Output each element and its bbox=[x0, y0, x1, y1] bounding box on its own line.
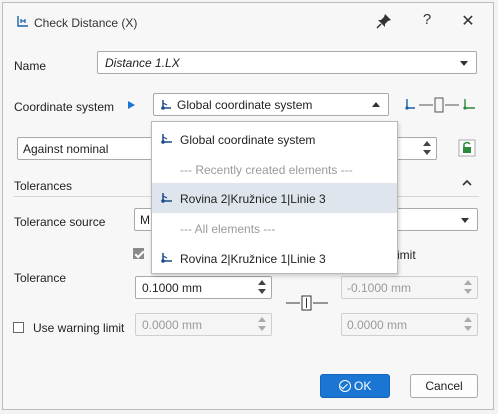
coordinate-system-icon bbox=[161, 134, 172, 144]
unlock-icon[interactable] bbox=[458, 139, 476, 157]
coordinate-system-icon bbox=[161, 253, 172, 263]
tolerance-source-value: M bbox=[140, 213, 150, 227]
coordinate-system-icon bbox=[161, 193, 172, 203]
symmetric-checkbox[interactable] bbox=[133, 248, 144, 259]
spin-icon bbox=[258, 280, 266, 295]
dropdown-item-label: Global coordinate system bbox=[180, 133, 316, 147]
spin-icon bbox=[464, 280, 472, 295]
chevron-up-icon bbox=[372, 102, 380, 107]
coordinate-system-select[interactable]: Global coordinate system bbox=[153, 93, 389, 116]
chevron-down-icon bbox=[460, 61, 468, 66]
warning-lower-value: 0.0000 mm bbox=[347, 318, 408, 332]
play-icon[interactable] bbox=[128, 101, 135, 109]
tolerance-lower-input[interactable]: -0.1000 mm bbox=[341, 276, 478, 299]
chevron-down-icon bbox=[461, 218, 469, 223]
tolerances-header: Tolerances bbox=[14, 179, 73, 193]
check-circle-icon bbox=[338, 380, 351, 392]
tolerance-upper-input[interactable]: 0.1000 mm bbox=[135, 276, 272, 299]
dropdown-item-rovina-all[interactable]: Rovina 2|Kružnice 1|Linie 3 bbox=[152, 243, 397, 273]
coordinate-link-icon[interactable] bbox=[405, 96, 481, 114]
against-nominal-value: Against nominal bbox=[23, 142, 109, 156]
help-button[interactable]: ? bbox=[420, 11, 434, 28]
coordinate-system-dropdown: Global coordinate system --- Recently cr… bbox=[151, 121, 398, 274]
tolerance-upper-value: 0.1000 mm bbox=[142, 281, 203, 295]
warning-lower-input[interactable]: 0.0000 mm bbox=[341, 313, 478, 336]
collapse-icon[interactable] bbox=[462, 179, 472, 187]
distance-x-icon bbox=[17, 16, 28, 27]
dropdown-item-global[interactable]: Global coordinate system bbox=[152, 124, 397, 154]
spin-icon bbox=[464, 317, 472, 332]
ok-label: OK bbox=[354, 379, 372, 393]
warning-upper-input[interactable]: 0.0000 mm bbox=[135, 313, 272, 336]
dropdown-item-label: Rovina 2|Kružnice 1|Linie 3 bbox=[180, 252, 326, 266]
coordinate-system-value: Global coordinate system bbox=[177, 98, 313, 112]
cancel-button[interactable]: Cancel bbox=[410, 374, 478, 398]
dropdown-item-rovina-recent[interactable]: Rovina 2|Kružnice 1|Linie 3 bbox=[152, 183, 397, 213]
tolerance-source-label: Tolerance source bbox=[14, 215, 106, 229]
dialog-title: Check Distance (X) bbox=[34, 16, 138, 30]
name-field[interactable]: Distance 1.LX bbox=[97, 51, 477, 74]
check-distance-dialog: Check Distance (X) ? ✕ Name Distance 1.L… bbox=[2, 2, 494, 410]
coordinate-system-icon bbox=[161, 100, 171, 110]
tolerance-lower-value: -0.1000 mm bbox=[347, 281, 412, 295]
close-button[interactable]: ✕ bbox=[460, 11, 476, 31]
ok-button[interactable]: OK bbox=[320, 374, 390, 398]
dropdown-item-label: Rovina 2|Kružnice 1|Linie 3 bbox=[180, 192, 326, 206]
spin-icon bbox=[258, 317, 266, 332]
dropdown-separator-all: --- All elements --- bbox=[152, 213, 397, 243]
warning-limit-checkbox[interactable] bbox=[13, 322, 24, 333]
spin-icon bbox=[423, 141, 431, 156]
separator-label: --- All elements --- bbox=[180, 222, 276, 236]
name-label: Name bbox=[14, 59, 47, 73]
limit-label-fragment: imit bbox=[397, 248, 416, 262]
warning-upper-value: 0.0000 mm bbox=[142, 318, 203, 332]
warning-limit-label: Use warning limit bbox=[33, 321, 125, 335]
tolerance-label: Tolerance bbox=[14, 271, 67, 285]
dropdown-separator-recent: --- Recently created elements --- bbox=[152, 154, 397, 184]
coordinate-system-label: Coordinate system bbox=[14, 100, 115, 114]
separator-label: --- Recently created elements --- bbox=[180, 163, 353, 177]
pin-icon[interactable] bbox=[376, 13, 392, 29]
name-value: Distance 1.LX bbox=[105, 56, 180, 70]
symmetry-link-icon[interactable] bbox=[284, 295, 330, 311]
